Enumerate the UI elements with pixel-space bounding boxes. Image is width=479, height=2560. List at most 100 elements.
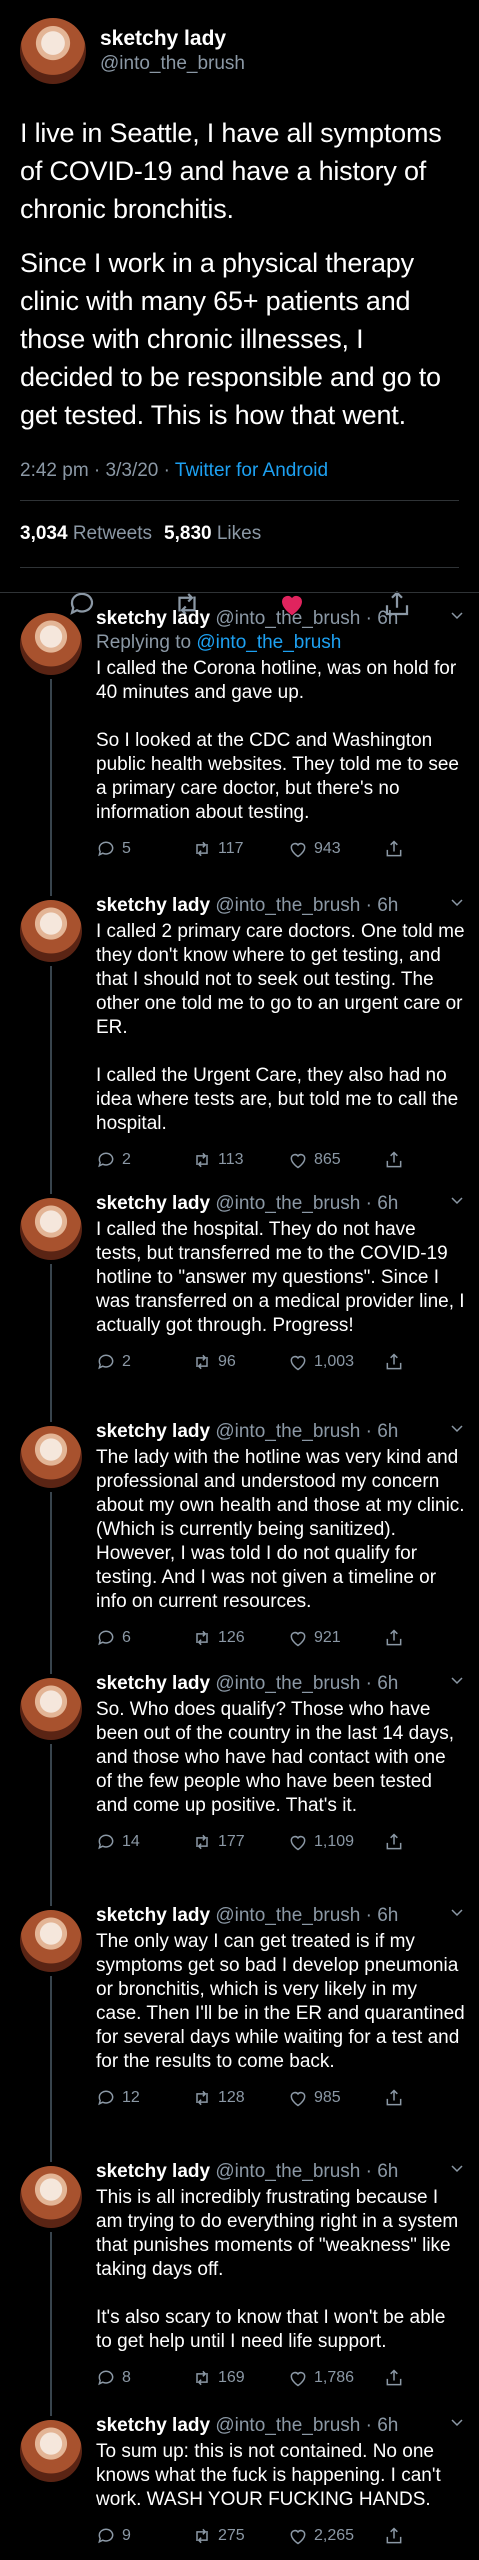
reply-display-name[interactable]: sketchy lady	[96, 608, 210, 629]
handle[interactable]: @into_the_brush	[100, 52, 245, 76]
share-button[interactable]	[384, 1352, 404, 1372]
retweet-button[interactable]: 126	[192, 1628, 288, 1648]
share-button[interactable]	[384, 1150, 404, 1170]
like-button[interactable]: 1,786	[288, 2368, 384, 2388]
avatar[interactable]	[20, 1426, 82, 1488]
retweet-icon	[196, 2370, 208, 2386]
retweet-button[interactable]: 169	[192, 2368, 288, 2388]
like-button[interactable]: 1,003	[288, 1352, 384, 1372]
reply-button[interactable]: 6	[96, 1628, 192, 1648]
chevron-down-icon[interactable]	[449, 1672, 465, 1688]
avatar[interactable]	[20, 18, 86, 84]
reply-display-name[interactable]: sketchy lady	[96, 2161, 210, 2182]
reply-text: I called the hospital. They do not have …	[96, 1218, 465, 1338]
reply-tweet[interactable]: sketchy lady @into_the_brush · 6h Replyi…	[0, 592, 479, 881]
reply-icon	[98, 1152, 114, 1168]
reply-handle-time[interactable]: @into_the_brush · 6h	[215, 608, 398, 629]
share-button[interactable]	[384, 2088, 404, 2108]
share-button[interactable]	[384, 2526, 404, 2546]
timestamp[interactable]: 2:42 pm · 3/3/20 ·	[20, 460, 175, 481]
replying-to-handle[interactable]: @into_the_brush	[196, 632, 341, 653]
share-button[interactable]	[384, 839, 404, 859]
share-button[interactable]	[384, 1628, 404, 1648]
reply-text: So. Who does qualify? Those who have bee…	[96, 1698, 465, 1818]
chevron-down-icon[interactable]	[449, 607, 465, 623]
chevron-down-icon[interactable]	[449, 1420, 465, 1436]
likes-stat[interactable]: 5,830 Likes	[164, 523, 261, 545]
retweet-icon	[196, 841, 208, 857]
reply-icon	[98, 2528, 114, 2544]
chevron-down-icon[interactable]	[449, 2160, 465, 2176]
avatar[interactable]	[20, 613, 82, 675]
reply-button[interactable]: 2	[96, 1352, 192, 1372]
reply-tweet[interactable]: sketchy lady @into_the_brush · 6h To sum…	[0, 2400, 479, 2560]
reply-button[interactable]: 5	[96, 839, 192, 859]
reply-handle-time[interactable]: @into_the_brush · 6h	[215, 1421, 398, 1442]
reply-display-name[interactable]: sketchy lady	[96, 895, 210, 916]
avatar[interactable]	[20, 900, 82, 962]
reply-handle-time[interactable]: @into_the_brush · 6h	[215, 1905, 398, 1926]
chevron-down-icon[interactable]	[449, 894, 465, 910]
like-button[interactable]: 2,265	[288, 2526, 384, 2546]
avatar[interactable]	[20, 2420, 82, 2482]
like-count: 1,786	[314, 2369, 355, 2386]
reply-text: The only way I can get treated is if my …	[96, 1930, 465, 2074]
reply-header: sketchy lady @into_the_brush · 6h	[96, 1672, 465, 1696]
likes-count: 5,830	[164, 523, 212, 544]
like-button[interactable]: 1,109	[288, 1832, 384, 1852]
reply-display-name[interactable]: sketchy lady	[96, 1905, 210, 1926]
reply-button[interactable]: 8	[96, 2368, 192, 2388]
retweet-button[interactable]: 113	[192, 1150, 288, 1170]
avatar[interactable]	[20, 2166, 82, 2228]
like-button[interactable]: 921	[288, 1628, 384, 1648]
retweet-button[interactable]: 96	[192, 1352, 288, 1372]
reply-display-name[interactable]: sketchy lady	[96, 1193, 210, 1214]
reply-tweet[interactable]: sketchy lady @into_the_brush · 6h So. Wh…	[0, 1658, 479, 1890]
reply-button[interactable]: 14	[96, 1832, 192, 1852]
reply-paragraph: I called 2 primary care doctors. One tol…	[96, 921, 465, 1038]
like-button[interactable]: 943	[288, 839, 384, 859]
like-icon	[290, 1355, 306, 1371]
reply-tweet[interactable]: sketchy lady @into_the_brush · 6h The la…	[0, 1406, 479, 1658]
reply-paragraph: I called the hospital. They do not have …	[96, 1219, 465, 1336]
share-button[interactable]	[384, 1832, 404, 1852]
reply-handle-time[interactable]: @into_the_brush · 6h	[215, 2415, 398, 2436]
reply-handle-time[interactable]: @into_the_brush · 6h	[215, 1193, 398, 1214]
thread-line	[50, 1744, 52, 1890]
like-button[interactable]: 865	[288, 1150, 384, 1170]
retweet-button[interactable]: 117	[192, 839, 288, 859]
display-name[interactable]: sketchy lady	[100, 26, 245, 52]
reply-handle-time[interactable]: @into_the_brush · 6h	[215, 2161, 398, 2182]
retweet-count: 177	[218, 1833, 245, 1850]
reply-paragraph: I called the Urgent Care, they also had …	[96, 1065, 459, 1134]
reply-actions: 6 126 921	[96, 1624, 465, 1652]
reply-tweet[interactable]: sketchy lady @into_the_brush · 6h I call…	[0, 1178, 479, 1406]
reply-count: 12	[122, 2089, 140, 2106]
retweet-button[interactable]: 177	[192, 1832, 288, 1852]
reply-button[interactable]: 9	[96, 2526, 192, 2546]
retweet-button[interactable]: 128	[192, 2088, 288, 2108]
reply-button[interactable]: 2	[96, 1150, 192, 1170]
reply-button[interactable]: 12	[96, 2088, 192, 2108]
reply-tweet[interactable]: sketchy lady @into_the_brush · 6h The on…	[0, 1890, 479, 2146]
reply-handle-time[interactable]: @into_the_brush · 6h	[215, 895, 398, 916]
like-button[interactable]: 985	[288, 2088, 384, 2108]
retweet-button[interactable]: 275	[192, 2526, 288, 2546]
reply-header: sketchy lady @into_the_brush · 6h	[96, 1904, 465, 1928]
client-link[interactable]: Twitter for Android	[175, 460, 328, 481]
main-author-row: sketchy lady @into_the_brush	[20, 18, 459, 84]
reply-display-name[interactable]: sketchy lady	[96, 2415, 210, 2436]
avatar[interactable]	[20, 1198, 82, 1260]
avatar[interactable]	[20, 1910, 82, 1972]
reply-tweet[interactable]: sketchy lady @into_the_brush · 6h This i…	[0, 2146, 479, 2400]
chevron-down-icon[interactable]	[449, 2414, 465, 2430]
avatar[interactable]	[20, 1678, 82, 1740]
reply-display-name[interactable]: sketchy lady	[96, 1673, 210, 1694]
reply-handle-time[interactable]: @into_the_brush · 6h	[215, 1673, 398, 1694]
chevron-down-icon[interactable]	[449, 1192, 465, 1208]
reply-tweet[interactable]: sketchy lady @into_the_brush · 6h I call…	[0, 880, 479, 1178]
reply-display-name[interactable]: sketchy lady	[96, 1421, 210, 1442]
retweets-stat[interactable]: 3,034 Retweets	[20, 523, 152, 545]
chevron-down-icon[interactable]	[449, 1904, 465, 1920]
share-button[interactable]	[384, 2368, 404, 2388]
